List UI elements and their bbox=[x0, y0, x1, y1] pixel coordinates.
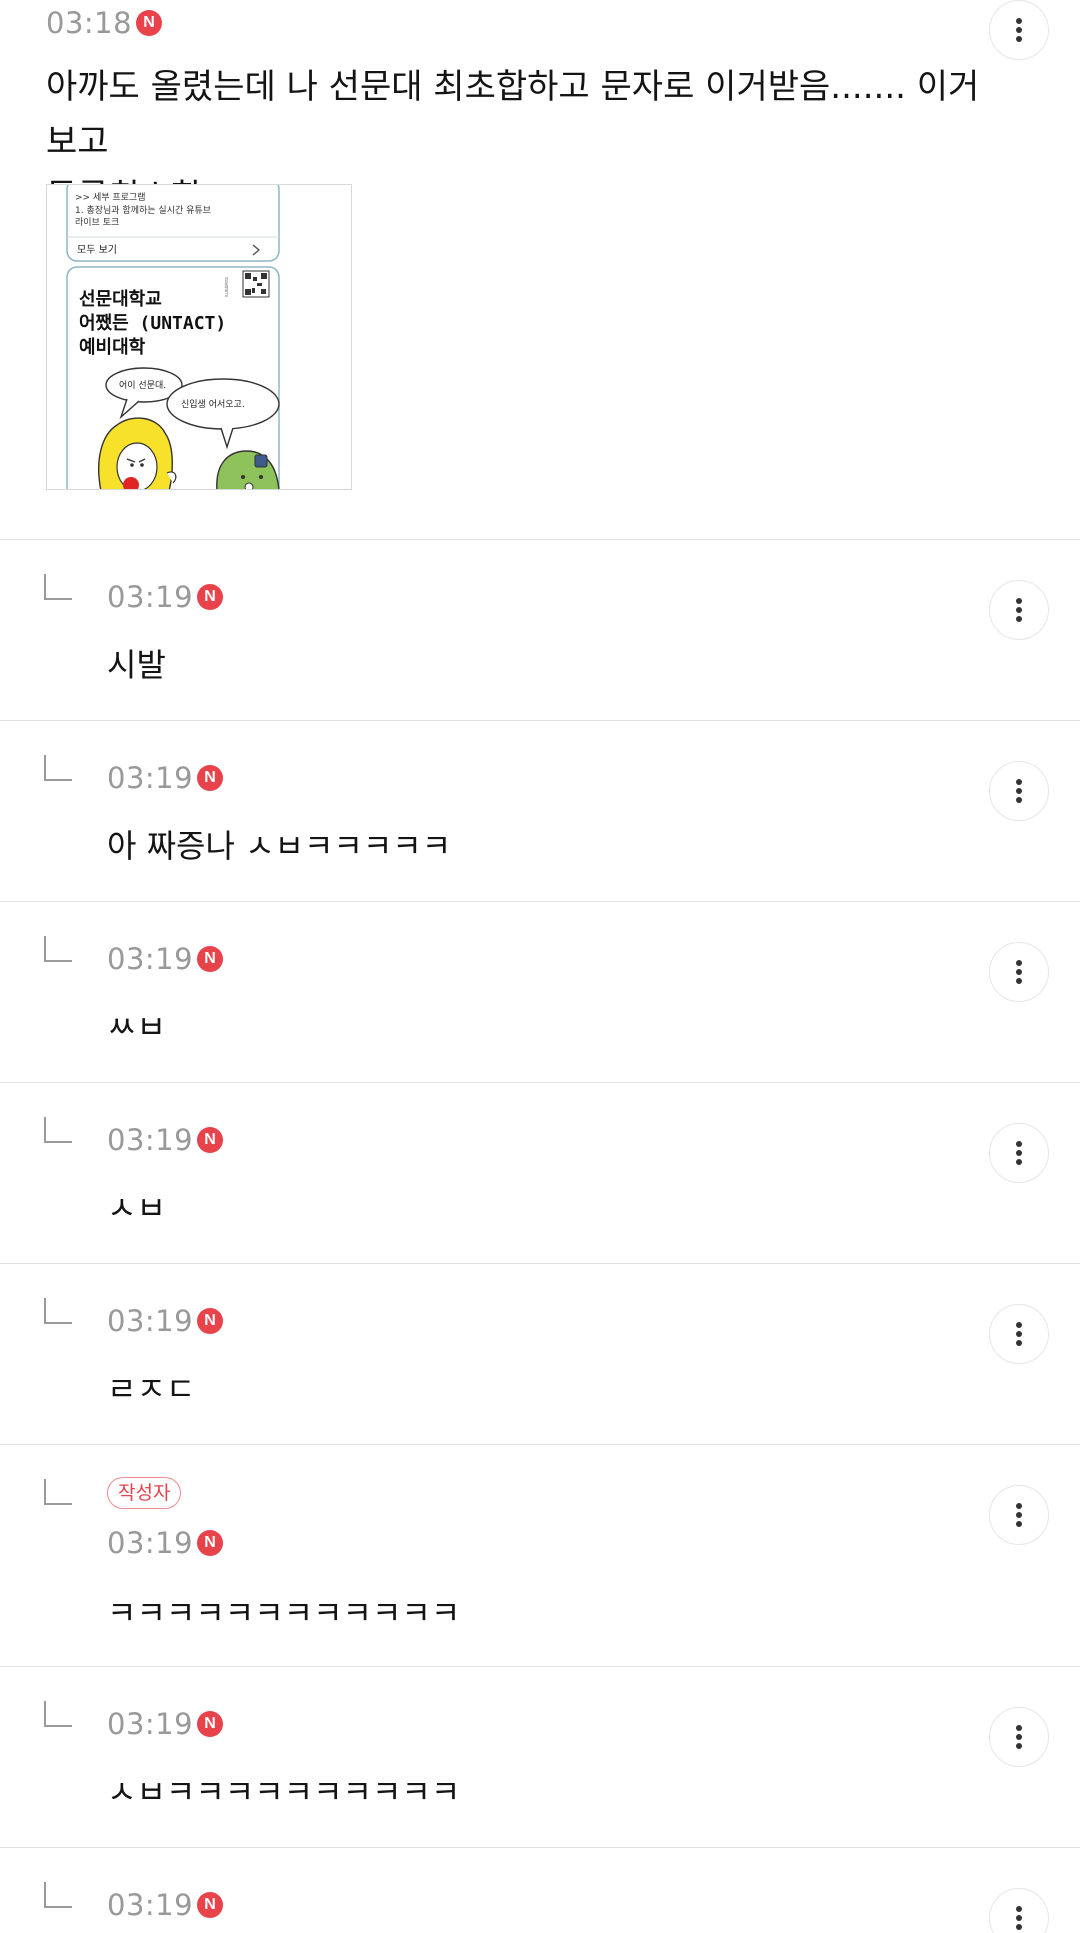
new-badge: N bbox=[197, 1711, 224, 1737]
more-options-button[interactable] bbox=[989, 761, 1049, 821]
reply-text: 아 짜증나 ㅅㅂㅋㅋㅋㅋㅋ bbox=[107, 827, 452, 865]
reply-time: 03:19 bbox=[107, 942, 194, 976]
attached-screenshot-graphic: >> 세부 프로그램 1. 총장님과 함께하는 실시간 유튜브 라이브 토크 모… bbox=[66, 185, 280, 489]
post-meta: 03:18 N bbox=[46, 6, 163, 40]
reply-meta: 03:19 N bbox=[107, 942, 224, 976]
image-header-line-1: >> 세부 프로그램 bbox=[75, 191, 145, 203]
reply-text: ㅅㅂ bbox=[107, 1189, 166, 1227]
more-vertical-icon bbox=[1016, 779, 1022, 803]
new-badge: N bbox=[197, 1127, 224, 1153]
reply-arrow-icon bbox=[44, 1701, 72, 1727]
comment-feed: 03:18 N 아까도 올렸는데 나 선문대 최초합하고 문자로 이거받음...… bbox=[0, 0, 1080, 1933]
new-badge: N bbox=[197, 765, 224, 791]
more-vertical-icon bbox=[1016, 1141, 1022, 1165]
image-title-line-2: 어쨌든 (UNTACT) bbox=[79, 313, 226, 334]
more-options-button[interactable] bbox=[989, 1485, 1049, 1545]
university-stamp: 선문대학교 bbox=[224, 276, 229, 297]
original-post: 03:18 N 아까도 올렸는데 나 선문대 최초합하고 문자로 이거받음...… bbox=[0, 0, 1080, 540]
more-options-button[interactable] bbox=[989, 0, 1049, 60]
image-bubble-right: 신입생 어서오고. bbox=[181, 398, 245, 410]
reply-arrow-icon bbox=[44, 755, 72, 781]
more-options-button[interactable] bbox=[989, 1123, 1049, 1183]
reply-meta: 03:19 N bbox=[107, 1123, 224, 1157]
image-bubble-left: 어이 선문대. bbox=[119, 380, 166, 391]
new-badge: N bbox=[136, 10, 163, 36]
post-time: 03:18 bbox=[46, 6, 133, 40]
more-options-button[interactable] bbox=[989, 942, 1049, 1002]
more-vertical-icon bbox=[1016, 1503, 1022, 1527]
reply-text: ㅆㅂ bbox=[107, 1008, 166, 1046]
more-vertical-icon bbox=[1016, 1906, 1022, 1930]
reply-arrow-icon bbox=[44, 1479, 72, 1505]
reply-item: 03:19 N ㄹㅈㄷ bbox=[0, 1264, 1080, 1445]
reply-time: 03:19 bbox=[107, 1123, 194, 1157]
reply-item: 03:19 N 아 짜증나 ㅅㅂㅋㅋㅋㅋㅋ bbox=[0, 721, 1080, 902]
more-options-button[interactable] bbox=[989, 1707, 1049, 1767]
new-badge: N bbox=[197, 1308, 224, 1334]
reply-item: 03:19 N 시발 bbox=[0, 540, 1080, 721]
reply-item: 03:19 N ㅅㅂㅋㅋㅋㅋㅋㅋㅋㅋㅋㅋ bbox=[0, 1667, 1080, 1848]
reply-meta: 03:19 N bbox=[107, 580, 224, 614]
more-vertical-icon bbox=[1016, 960, 1022, 984]
reply-meta: 03:19 N bbox=[107, 761, 224, 795]
reply-arrow-icon bbox=[44, 1117, 72, 1143]
author-tag: 작성자 bbox=[107, 1477, 182, 1509]
image-header-line-2: 1. 총장님과 함께하는 실시간 유튜브 bbox=[75, 205, 211, 216]
reply-time: 03:19 bbox=[107, 1888, 194, 1922]
reply-arrow-icon bbox=[44, 1298, 72, 1324]
more-vertical-icon bbox=[1016, 1322, 1022, 1346]
reply-arrow-icon bbox=[44, 574, 72, 600]
more-vertical-icon bbox=[1016, 1725, 1022, 1749]
reply-text: 시발 bbox=[107, 646, 166, 684]
reply-text: ㅋㅋㅋㅋㅋㅋㅋㅋㅋㅋㅋㅋ bbox=[107, 1594, 461, 1632]
reply-text: ㄹㅈㄷ bbox=[107, 1370, 196, 1408]
post-text-line-1: 아까도 올렸는데 나 선문대 최초합하고 문자로 이거받음....... 이거보… bbox=[46, 67, 980, 162]
reply-time: 03:19 bbox=[107, 1707, 194, 1741]
more-options-button[interactable] bbox=[989, 580, 1049, 640]
image-header-line-3: 라이브 토크 bbox=[75, 217, 119, 228]
reply-arrow-icon bbox=[44, 936, 72, 962]
reply-item: 03:19 N ㅅㅂ bbox=[0, 1083, 1080, 1264]
reply-meta: 03:19 N bbox=[107, 1304, 224, 1338]
new-badge: N bbox=[197, 1530, 224, 1556]
reply-item: 03:19 N bbox=[0, 1848, 1080, 1933]
new-badge: N bbox=[197, 584, 224, 610]
image-title-line-3: 예비대학 bbox=[79, 336, 146, 358]
post-image[interactable]: >> 세부 프로그램 1. 총장님과 함께하는 실시간 유튜브 라이브 토크 모… bbox=[46, 184, 352, 490]
image-stamp: 선문대학교 bbox=[224, 276, 229, 297]
image-title-line-1: 선문대학교 bbox=[79, 288, 162, 310]
reply-meta: 03:19 N bbox=[107, 1707, 224, 1741]
reply-item: 03:19 N ㅆㅂ bbox=[0, 902, 1080, 1083]
image-see-all: 모두 보기 bbox=[77, 244, 117, 256]
reply-meta: 03:19 N bbox=[107, 1526, 224, 1560]
reply-meta: 03:19 N bbox=[107, 1888, 224, 1922]
reply-text: ㅅㅂㅋㅋㅋㅋㅋㅋㅋㅋㅋㅋ bbox=[107, 1773, 461, 1811]
reply-time: 03:19 bbox=[107, 761, 194, 795]
reply-item: 작성자 03:19 N ㅋㅋㅋㅋㅋㅋㅋㅋㅋㅋㅋㅋ bbox=[0, 1445, 1080, 1667]
reply-arrow-icon bbox=[44, 1882, 72, 1908]
reply-time: 03:19 bbox=[107, 580, 194, 614]
new-badge: N bbox=[197, 946, 224, 972]
more-options-button[interactable] bbox=[989, 1304, 1049, 1364]
reply-time: 03:19 bbox=[107, 1526, 194, 1560]
more-options-button[interactable] bbox=[989, 1888, 1049, 1933]
reply-time: 03:19 bbox=[107, 1304, 194, 1338]
new-badge: N bbox=[197, 1892, 224, 1918]
qr-code-icon bbox=[242, 270, 270, 298]
more-vertical-icon bbox=[1016, 18, 1022, 42]
more-vertical-icon bbox=[1016, 598, 1022, 622]
